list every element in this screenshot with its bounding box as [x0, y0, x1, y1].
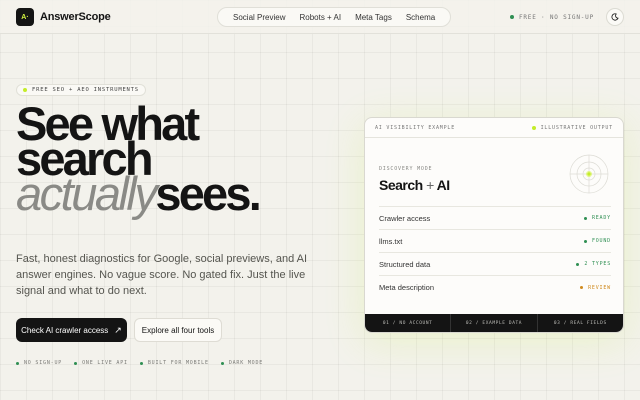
hero-pill: FREE SEO + AEO INSTRUMENTS [16, 84, 146, 96]
ai-visibility-card: AI VISIBILITY EXAMPLE ILLUSTRATIVE OUTPU… [364, 117, 624, 333]
feature-dot-icon [220, 361, 224, 365]
card-top-left: AI VISIBILITY EXAMPLE [375, 124, 456, 131]
status-dot-icon [509, 15, 514, 19]
card-topbar: AI VISIBILITY EXAMPLE ILLUSTRATIVE OUTPU… [365, 118, 623, 138]
nav-meta-tags[interactable]: Meta Tags [348, 13, 399, 22]
feature-item: BUILT FOR MOBILE [139, 360, 209, 366]
headline-end: sees. [155, 167, 261, 220]
hero-pill-text: FREE SEO + AEO INSTRUMENTS [32, 87, 139, 93]
check-ai-crawler-label: Check AI crawler access [21, 325, 109, 335]
check-ai-crawler-button[interactable]: Check AI crawler access ↗ [16, 318, 127, 342]
hero-headline: See what search actuallysees. [16, 100, 316, 217]
card-footer: 01 / NO ACCOUNT 02 / EXAMPLE DATA 03 / R… [365, 314, 623, 332]
main-nav: Social Preview Robots + AI Meta Tags Sch… [217, 7, 452, 27]
nav-social-preview[interactable]: Social Preview [226, 13, 292, 22]
check-row: Structured data 2 TYPES [379, 253, 611, 276]
theme-toggle-button[interactable] [606, 8, 624, 26]
check-row: llms.txt FOUND [379, 230, 611, 253]
footer-cell: 03 / REAL FIELDS [553, 320, 607, 326]
check-list: Crawler access READY llms.txt FOUND Stru… [379, 206, 611, 299]
check-row: Crawler access READY [379, 207, 611, 230]
hero-lede: Fast, honest diagnostics for Google, soc… [16, 253, 308, 297]
feature-dot-icon [139, 361, 143, 365]
row-status: FOUND [583, 238, 611, 244]
brand-home-link[interactable]: A· AnswerScope [16, 8, 111, 26]
nav-robots-ai[interactable]: Robots + AI [292, 13, 348, 22]
status-dot-icon [583, 216, 587, 220]
row-status: 2 TYPES [576, 261, 611, 267]
feature-item: NO SIGN-UP [16, 360, 62, 366]
arrow-up-right-icon: ↗ [114, 324, 122, 335]
explore-tools-label: Explore all four tools [141, 325, 215, 335]
illustrative-dot-icon [531, 125, 536, 130]
status-dot-icon [580, 286, 584, 289]
status-dot-icon [583, 239, 587, 243]
headline-emphasis: actually [16, 167, 158, 220]
footer-cell: 01 / NO ACCOUNT [365, 314, 452, 332]
nav-schema[interactable]: Schema [399, 13, 442, 22]
card-top-right: ILLUSTRATIVE OUTPUT [531, 125, 613, 131]
feature-list: NO SIGN-UP ONE LIVE API BUILT FOR MOBILE… [16, 360, 275, 366]
header-status: FREE · NO SIGN-UP [509, 13, 594, 21]
mode-title: Search + AI [379, 177, 450, 193]
brand-name: AnswerScope [40, 11, 111, 23]
header-right: FREE · NO SIGN-UP [509, 8, 624, 26]
site-header: A· AnswerScope Social Preview Robots + A… [0, 0, 640, 34]
footer-cell: 02 / EXAMPLE DATA [451, 314, 538, 332]
row-status: REVIEW [580, 285, 611, 291]
pill-dot-icon [23, 88, 27, 92]
headline-line-3: actuallysees. [16, 170, 316, 217]
status-dot-icon [576, 262, 580, 266]
row-status: READY [583, 215, 611, 221]
feature-item: DARK MODE [220, 360, 263, 366]
moon-icon [611, 13, 619, 21]
feature-dot-icon [74, 361, 78, 365]
header-status-text: FREE · NO SIGN-UP [518, 13, 594, 21]
logo-icon: A· [16, 8, 34, 26]
feature-dot-icon [16, 361, 19, 365]
feature-item: ONE LIVE API [74, 360, 128, 366]
check-row: Meta description REVIEW [379, 283, 611, 292]
explore-tools-button[interactable]: Explore all four tools [134, 318, 222, 342]
radar-icon [569, 154, 609, 194]
mode-label: DISCOVERY MODE [379, 166, 433, 172]
